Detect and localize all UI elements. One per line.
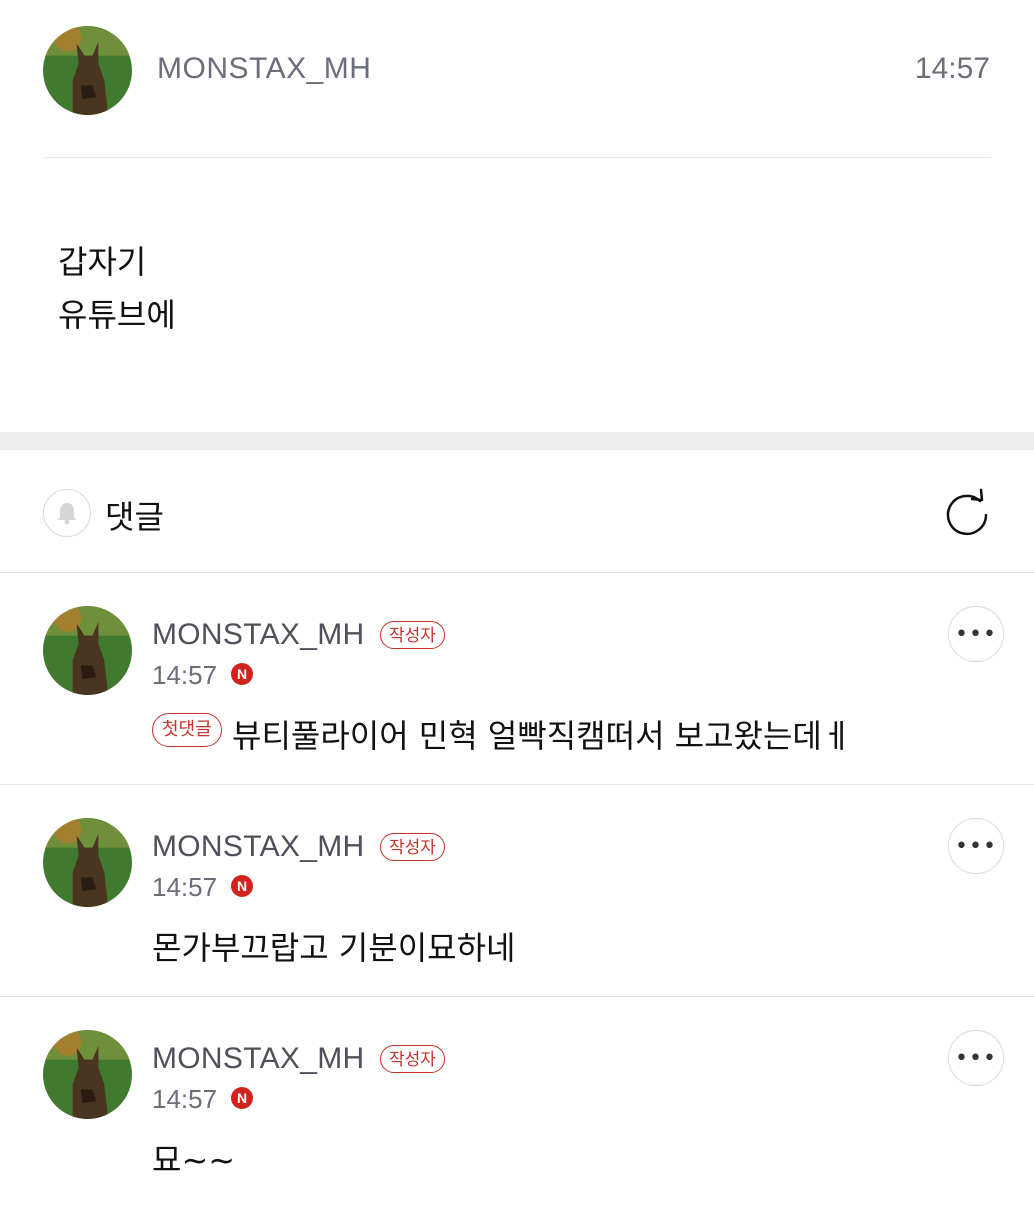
post-time: 14:57 bbox=[914, 52, 990, 85]
first-comment-badge: 첫댓글 bbox=[152, 713, 222, 747]
comment-time: 14:57 bbox=[152, 872, 218, 902]
comment-time: 14:57 bbox=[152, 660, 218, 690]
author-avatar[interactable] bbox=[43, 26, 132, 115]
more-icon: ••• bbox=[955, 621, 997, 647]
comment-avatar[interactable] bbox=[43, 606, 132, 695]
comment-time: 14:57 bbox=[152, 1084, 218, 1114]
author-badge: 작성자 bbox=[380, 833, 445, 861]
new-badge: N bbox=[231, 1087, 253, 1109]
more-options-button[interactable]: ••• bbox=[948, 1030, 1004, 1086]
comment-avatar[interactable] bbox=[43, 818, 132, 907]
comment-author[interactable]: MONSTAX_MH bbox=[152, 618, 364, 652]
comment-text: 묘~~ bbox=[152, 1141, 236, 1179]
new-badge: N bbox=[231, 875, 253, 897]
bell-icon bbox=[58, 503, 76, 525]
post-author[interactable]: MONSTAX_MH bbox=[157, 52, 371, 86]
post-header: MONSTAX_MH 14:57 bbox=[0, 0, 1034, 158]
comment-author[interactable]: MONSTAX_MH bbox=[152, 1042, 364, 1076]
comment-text: 뷰티풀라이어 민혁 얼빡직캠떠서 보고왔는데ㅔ bbox=[232, 717, 852, 755]
notification-toggle[interactable] bbox=[43, 489, 91, 537]
comments-header: 댓글 bbox=[0, 450, 1034, 573]
more-options-button[interactable]: ••• bbox=[948, 606, 1004, 662]
comment-author[interactable]: MONSTAX_MH bbox=[152, 830, 364, 864]
refresh-icon[interactable] bbox=[942, 487, 992, 537]
more-options-button[interactable]: ••• bbox=[948, 818, 1004, 874]
comments-title: 댓글 bbox=[105, 498, 164, 536]
new-badge: N bbox=[231, 663, 253, 685]
post-text-line: 유튜브에 bbox=[58, 296, 176, 334]
section-separator bbox=[0, 432, 1034, 450]
post-text-line: 갑자기 bbox=[58, 243, 147, 281]
author-badge: 작성자 bbox=[380, 621, 445, 649]
comment-item: MONSTAX_MH 작성자 14:57 N ••• 묘~~ bbox=[0, 997, 1034, 1208]
more-icon: ••• bbox=[955, 833, 997, 859]
comment-text: 몬가부끄랍고 기분이묘하네 bbox=[152, 929, 516, 967]
comment-avatar[interactable] bbox=[43, 1030, 132, 1119]
author-badge: 작성자 bbox=[380, 1045, 445, 1073]
post-body: 갑자기 유튜브에 bbox=[0, 157, 1034, 432]
comment-item: MONSTAX_MH 작성자 14:57 N ••• 첫댓글 뷰티풀라이어 민혁… bbox=[0, 573, 1034, 785]
more-icon: ••• bbox=[955, 1045, 997, 1071]
comment-item: MONSTAX_MH 작성자 14:57 N ••• 몬가부끄랍고 기분이묘하네 bbox=[0, 785, 1034, 997]
